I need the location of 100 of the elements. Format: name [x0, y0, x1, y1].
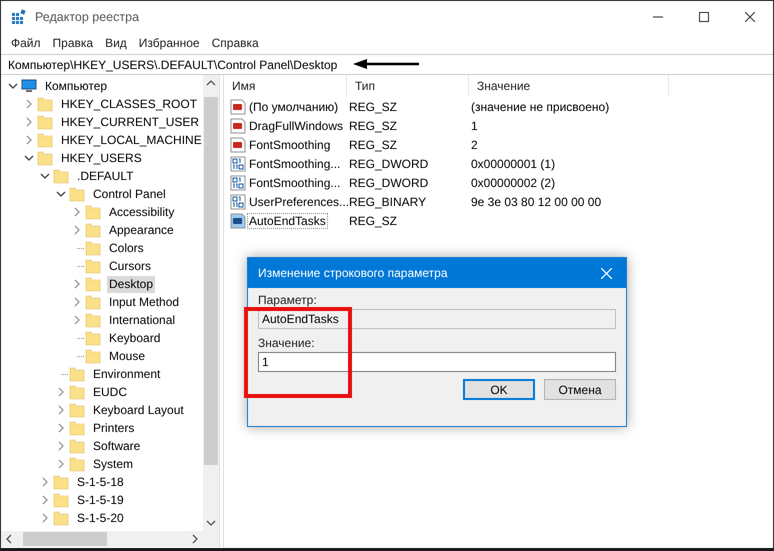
- table-cell-text: 1: [470, 118, 478, 132]
- table-cell-text: REG_DWORD: [348, 156, 428, 170]
- close-icon: [745, 12, 755, 22]
- name-field[interactable]: AutoEndTasks: [258, 309, 616, 329]
- binary-value-icon: [230, 156, 246, 172]
- column-header[interactable]: Тип: [347, 75, 469, 97]
- folder-icon: [85, 240, 101, 256]
- tree-item[interactable]: HKEY_USERS: [59, 150, 144, 166]
- folder-icon: [69, 420, 85, 436]
- vertical-scrollbar[interactable]: [203, 75, 219, 531]
- horizontal-scrollbar[interactable]: [1, 531, 219, 547]
- table-cell-text: REG_SZ: [348, 214, 398, 228]
- menu-item[interactable]: Правка: [46, 36, 100, 50]
- table-cell-text: REG_SZ: [348, 100, 398, 114]
- table-cell-text: 0x00000002 (2): [470, 176, 556, 190]
- maximize-icon: [699, 12, 709, 22]
- folder-icon: [85, 294, 101, 310]
- registry-app-icon: [11, 9, 27, 25]
- dialog-title: Изменение строкового параметра: [258, 266, 449, 280]
- field-label: Значение:: [258, 336, 315, 352]
- folder-icon: [53, 492, 69, 508]
- folder-icon: [69, 438, 85, 454]
- folder-icon: [53, 474, 69, 490]
- folder-icon: [85, 348, 101, 364]
- binary-value-icon: [230, 194, 246, 210]
- folder-icon: [69, 456, 85, 472]
- tree-item[interactable]: Desktop: [107, 276, 156, 292]
- folder-icon: [85, 204, 101, 220]
- table-cell-text: REG_BINARY: [348, 194, 426, 208]
- table-cell-text: 2: [470, 138, 478, 152]
- value-field[interactable]: 1: [258, 352, 616, 372]
- computer-icon: [21, 78, 37, 94]
- tree-item[interactable]: Environment: [91, 366, 162, 382]
- table-cell-text: REG_SZ: [348, 118, 398, 132]
- tree-item[interactable]: Mouse: [107, 348, 148, 364]
- table-cell[interactable]: UserPreferences...: [248, 194, 350, 208]
- table-cell-text: (значение не присвоено): [470, 100, 610, 114]
- tree-item[interactable]: Accessibility: [107, 204, 176, 220]
- folder-icon: [69, 402, 85, 418]
- folder-icon: [85, 222, 101, 238]
- tree-item[interactable]: International: [107, 312, 178, 328]
- menu-item[interactable]: Справка: [206, 36, 265, 50]
- field-label: Параметр:: [258, 293, 317, 309]
- tree-item[interactable]: .DEFAULT: [75, 168, 136, 184]
- table-cell-text: REG_DWORD: [348, 176, 428, 190]
- tree-item[interactable]: Cursors: [107, 258, 154, 274]
- folder-icon: [69, 384, 85, 400]
- tree-item[interactable]: S-1-5-19: [75, 492, 126, 508]
- tree-item[interactable]: Software: [91, 438, 142, 454]
- table-cell[interactable]: FontSmoothing...: [248, 156, 342, 170]
- table-cell[interactable]: (По умолчанию): [248, 100, 340, 114]
- table-cell-text: REG_SZ: [348, 138, 398, 152]
- tree-item[interactable]: S-1-5-20: [75, 510, 126, 526]
- folder-icon: [85, 276, 101, 292]
- window-title: Редактор реестра: [35, 10, 140, 24]
- tree-item[interactable]: Keyboard Layout: [91, 402, 186, 418]
- menu-item[interactable]: Вид: [99, 36, 133, 50]
- table-cell-text: 0x00000001 (1): [470, 156, 556, 170]
- column-header[interactable]: Значение: [469, 75, 669, 97]
- table-cell[interactable]: DragFullWindows: [248, 118, 344, 132]
- tree-item[interactable]: Control Panel: [91, 186, 168, 202]
- string-value-icon: [230, 136, 246, 152]
- table-cell[interactable]: FontSmoothing: [248, 138, 332, 152]
- tree-item[interactable]: Input Method: [107, 294, 182, 310]
- folder-icon: [85, 330, 101, 346]
- tree-item[interactable]: HKEY_LOCAL_MACHINE: [59, 132, 203, 148]
- tree-item[interactable]: Appearance: [107, 222, 176, 238]
- tree-item[interactable]: Keyboard: [107, 330, 162, 346]
- address-field[interactable]: Компьютер\HKEY_USERS\.DEFAULT\Control Panel\Desktop: [1, 58, 338, 72]
- binary-value-icon: [230, 174, 246, 190]
- tree-item[interactable]: Компьютер: [43, 78, 110, 94]
- menu-item[interactable]: Файл: [5, 36, 47, 50]
- table-cell-text: 9e 3e 03 80 12 00 00 00: [470, 194, 602, 208]
- tree-item[interactable]: System: [91, 456, 136, 472]
- menu-item[interactable]: Избранное: [132, 36, 206, 50]
- folder-icon: [69, 186, 85, 202]
- tree-item[interactable]: EUDC: [91, 384, 130, 400]
- folder-icon: [85, 312, 101, 328]
- arrow-annotation: [353, 58, 421, 70]
- table-cell[interactable]: AutoEndTasks: [248, 214, 327, 228]
- tree-item[interactable]: Printers: [91, 420, 136, 436]
- tree-item[interactable]: S-1-5-18: [75, 474, 126, 490]
- string-value-icon: [230, 98, 246, 114]
- dialog-button[interactable]: OK: [463, 379, 535, 400]
- folder-icon: [53, 510, 69, 526]
- table-cell[interactable]: FontSmoothing...: [248, 176, 342, 190]
- column-header[interactable]: Имя: [224, 75, 347, 97]
- string-value-icon: [230, 118, 246, 134]
- dialog-button[interactable]: Отмена: [544, 379, 616, 400]
- folder-icon: [69, 366, 85, 382]
- tree-item[interactable]: Colors: [107, 240, 146, 256]
- folder-icon: [37, 132, 53, 148]
- folder-icon: [53, 168, 69, 184]
- string-value-icon: [230, 212, 246, 228]
- tree-item[interactable]: HKEY_CLASSES_ROOT: [59, 96, 200, 112]
- folder-icon: [37, 96, 53, 112]
- close-icon: [600, 268, 612, 278]
- folder-icon: [85, 258, 101, 274]
- tree-item[interactable]: HKEY_CURRENT_USER: [59, 114, 202, 130]
- folder-icon: [37, 150, 53, 166]
